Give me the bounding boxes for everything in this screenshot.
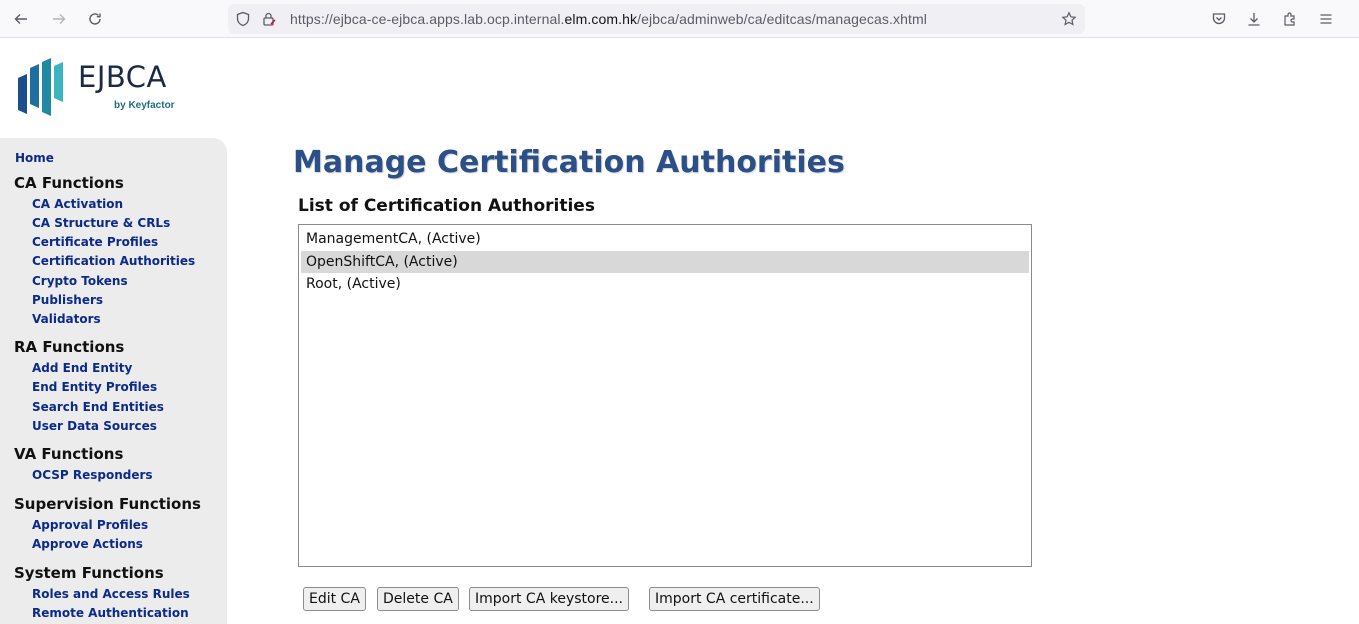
nav-search-end-entities[interactable]: Search End Entities: [32, 400, 164, 414]
shield-icon[interactable]: [232, 8, 254, 30]
forward-icon[interactable]: [48, 8, 70, 30]
nav-section-va-functions: VA Functions: [14, 445, 124, 463]
nav-user-data-sources[interactable]: User Data Sources: [32, 419, 157, 433]
nav-remote-authentication[interactable]: Remote Authentication: [32, 606, 189, 620]
nav-home-link[interactable]: Home: [15, 151, 54, 165]
reload-icon[interactable]: [84, 8, 106, 30]
logo-mark-icon: [18, 58, 63, 116]
ca-option-root[interactable]: Root, (Active): [301, 273, 1029, 296]
logo-tagline: by Keyfactor: [114, 100, 175, 111]
url-bar[interactable]: https://ejbca-ce-ejbca.apps.lab.ocp.inte…: [228, 4, 1085, 34]
pocket-icon[interactable]: [1208, 8, 1230, 30]
star-icon[interactable]: [1058, 8, 1080, 30]
lock-icon[interactable]: [258, 8, 280, 30]
ca-option-managementca[interactable]: ManagementCA, (Active): [301, 228, 1029, 251]
import-ca-certificate-button[interactable]: Import CA certificate...: [649, 587, 820, 611]
import-ca-keystore-button[interactable]: Import CA keystore...: [469, 587, 629, 611]
extensions-icon[interactable]: [1279, 8, 1301, 30]
nav-section-system-functions: System Functions: [14, 564, 164, 582]
ejbca-logo[interactable]: EJBCA by Keyfactor: [16, 56, 186, 118]
nav-approval-profiles[interactable]: Approval Profiles: [32, 518, 148, 532]
nav-certificate-profiles[interactable]: Certificate Profiles: [32, 235, 158, 249]
menu-icon[interactable]: [1315, 8, 1337, 30]
nav-approve-actions[interactable]: Approve Actions: [32, 537, 143, 551]
nav-publishers[interactable]: Publishers: [32, 293, 103, 307]
logo-wordmark: EJBCA: [78, 60, 167, 94]
nav-ocsp-responders[interactable]: OCSP Responders: [32, 468, 153, 482]
url-text: https://ejbca-ce-ejbca.apps.lab.ocp.inte…: [290, 11, 927, 27]
nav-section-ra-functions: RA Functions: [14, 338, 125, 356]
nav-add-end-entity[interactable]: Add End Entity: [32, 361, 132, 375]
nav-section-supervision-functions: Supervision Functions: [14, 495, 201, 513]
nav-end-entity-profiles[interactable]: End Entity Profiles: [32, 380, 157, 394]
download-icon[interactable]: [1243, 8, 1265, 30]
ca-listbox[interactable]: ManagementCA, (Active) OpenShiftCA, (Act…: [298, 224, 1032, 567]
ca-option-openshiftca[interactable]: OpenShiftCA, (Active): [301, 250, 1029, 273]
ca-list-heading: List of Certification Authorities: [298, 196, 595, 216]
browser-toolbar: https://ejbca-ce-ejbca.apps.lab.ocp.inte…: [0, 0, 1359, 38]
nav-roles-access-rules[interactable]: Roles and Access Rules: [32, 587, 190, 601]
back-icon[interactable]: [10, 8, 32, 30]
nav-validators[interactable]: Validators: [32, 312, 101, 326]
nav-ca-structure-crls[interactable]: CA Structure & CRLs: [32, 216, 170, 230]
url-prefix: https://ejbca-ce-ejbca.apps.lab.ocp.inte…: [290, 11, 565, 27]
nav-section-ca-functions: CA Functions: [14, 174, 124, 192]
nav-certification-authorities[interactable]: Certification Authorities: [32, 254, 195, 268]
url-host: elm.com.hk: [564, 11, 638, 27]
sidebar-nav: Home CA Functions CA Activation CA Struc…: [0, 138, 227, 624]
edit-ca-button[interactable]: Edit CA: [303, 587, 366, 611]
nav-ca-activation[interactable]: CA Activation: [32, 197, 123, 211]
nav-crypto-tokens[interactable]: Crypto Tokens: [32, 274, 128, 288]
page-title: Manage Certification Authorities: [293, 145, 845, 180]
url-path: /ejbca/adminweb/ca/editcas/managecas.xht…: [637, 11, 927, 27]
delete-ca-button[interactable]: Delete CA: [377, 587, 459, 611]
